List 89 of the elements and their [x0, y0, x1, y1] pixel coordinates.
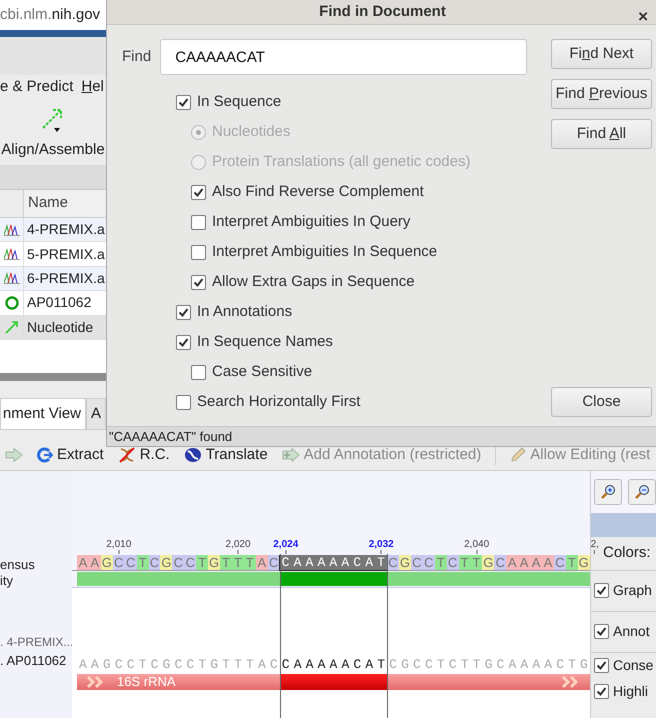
row-label: . AP011062: [0, 652, 66, 669]
consensus-base: A: [518, 554, 530, 570]
option-label: Annot: [613, 622, 650, 642]
row-label: ensus: [0, 556, 35, 571]
match-highlight: CAAAAACAT: [280, 554, 388, 570]
close-button[interactable]: Close: [551, 387, 652, 417]
sequence-text: AAGCCTCGCCTGTTTAC: [78, 656, 280, 674]
consensus-base: A: [506, 554, 518, 570]
option-label: Protein Translations (all genetic codes): [212, 152, 470, 172]
checkbox[interactable]: [176, 94, 191, 110]
menu-item[interactable]: Hel: [81, 76, 104, 99]
ruler-tick: 2,010: [106, 538, 132, 554]
dialog-title: Find in Document: [319, 2, 446, 22]
option-label: Search Horizontally First: [197, 392, 360, 412]
view-tab[interactable]: nment View: [0, 398, 86, 429]
sequence-text: CAAAAACAT: [280, 656, 388, 674]
checkbox[interactable]: [594, 684, 609, 700]
checkbox[interactable]: [594, 624, 609, 640]
ruler-tick: 2,040: [464, 538, 490, 554]
arrow-icon: [4, 320, 20, 334]
ruler-tick: 2,032: [368, 538, 394, 554]
option-label: Interpret Ambiguities In Sequence: [212, 242, 438, 262]
find-field[interactable]: CAAAAACAT: [160, 39, 528, 75]
menu-item[interactable]: e & Predict: [0, 76, 74, 99]
toolbar-label[interactable]: Align/Assemble: [1, 139, 105, 162]
zoom-out-button[interactable]: [628, 478, 656, 505]
row-label: ity: [0, 572, 13, 587]
consensus-base: G: [160, 554, 172, 570]
document-name: Nucleotide: [26, 318, 94, 337]
chromatogram-icon: [4, 248, 20, 260]
option-label: Also Find Reverse Complement: [212, 182, 424, 202]
consensus-base: C: [494, 554, 506, 570]
consensus-base: C: [184, 554, 196, 570]
checkbox[interactable]: [191, 184, 206, 200]
document-name: 6-PREMIX.a: [26, 268, 105, 288]
consensus-base: A: [542, 554, 554, 570]
consensus-base: A: [77, 554, 89, 570]
option-label: Highli: [613, 682, 648, 702]
checkbox[interactable]: [176, 334, 191, 350]
chromatogram-icon: [4, 224, 20, 236]
url-text: cbi.nlm.nih.gov: [0, 4, 100, 25]
consensus-base: T: [220, 554, 232, 570]
option-label: Allow Extra Gaps in Sequence: [212, 272, 415, 292]
checkbox[interactable]: [176, 304, 191, 320]
zoom-in-button[interactable]: [594, 478, 622, 505]
chromatogram-icon: [4, 272, 20, 284]
row-label: . 4-PREMIX...: [0, 634, 74, 651]
zoom-in-icon: [600, 484, 616, 500]
checkbox[interactable]: [594, 583, 609, 598]
option-label: Conse: [613, 656, 654, 676]
consensus-base: G: [208, 554, 220, 570]
checkbox[interactable]: [594, 658, 609, 674]
consensus-base: A: [530, 554, 542, 570]
close-icon[interactable]: ×: [638, 4, 648, 30]
view-tab[interactable]: A: [86, 398, 106, 429]
checkbox[interactable]: [176, 394, 191, 410]
dialog-button[interactable]: Find Next: [551, 39, 652, 69]
consensus-base: G: [482, 554, 494, 570]
option-label: Graph: [613, 581, 652, 600]
status-text: "CAAAAACAT" found: [109, 428, 232, 446]
checkbox[interactable]: [191, 364, 206, 380]
option-label: Nucleotides: [212, 122, 290, 142]
toolbar-button[interactable]: Translate: [184, 444, 268, 467]
zoom-out-icon: [634, 484, 650, 500]
sequence-text: CGCCTCTTGCAAAACTG: [388, 656, 590, 674]
checkbox[interactable]: [191, 274, 206, 290]
option-label: In Sequence Names: [197, 332, 333, 352]
consensus-base: T: [470, 554, 482, 570]
document-name: AP011062: [26, 293, 92, 312]
checkbox[interactable]: [191, 214, 206, 230]
dialog-button[interactable]: Find Previous: [551, 79, 652, 109]
find-label: Find: [122, 46, 152, 67]
option-label: In Sequence: [197, 92, 282, 112]
toolbar-button[interactable]: Extract: [37, 444, 104, 467]
ruler-tick: 2,020: [226, 538, 251, 554]
extract-icon[interactable]: [37, 447, 53, 464]
option-label: Case Sensitive: [212, 362, 312, 382]
panel-header: [591, 512, 656, 537]
document-name: 4-PREMIX.a: [26, 220, 105, 240]
toolbar-button[interactable]: R.C.: [118, 444, 170, 467]
consensus-base: C: [172, 554, 184, 570]
option-label: Interpret Ambiguities In Query: [212, 212, 410, 232]
checkbox[interactable]: [191, 244, 206, 260]
ruler-tick: 2,024: [273, 538, 298, 554]
document-name: 5-PREMIX.a: [26, 244, 105, 264]
option-label: In Annotations: [197, 302, 292, 322]
circle-icon: [4, 296, 18, 310]
consensus-base: T: [196, 554, 208, 570]
dialog-button[interactable]: Find All: [551, 119, 652, 149]
